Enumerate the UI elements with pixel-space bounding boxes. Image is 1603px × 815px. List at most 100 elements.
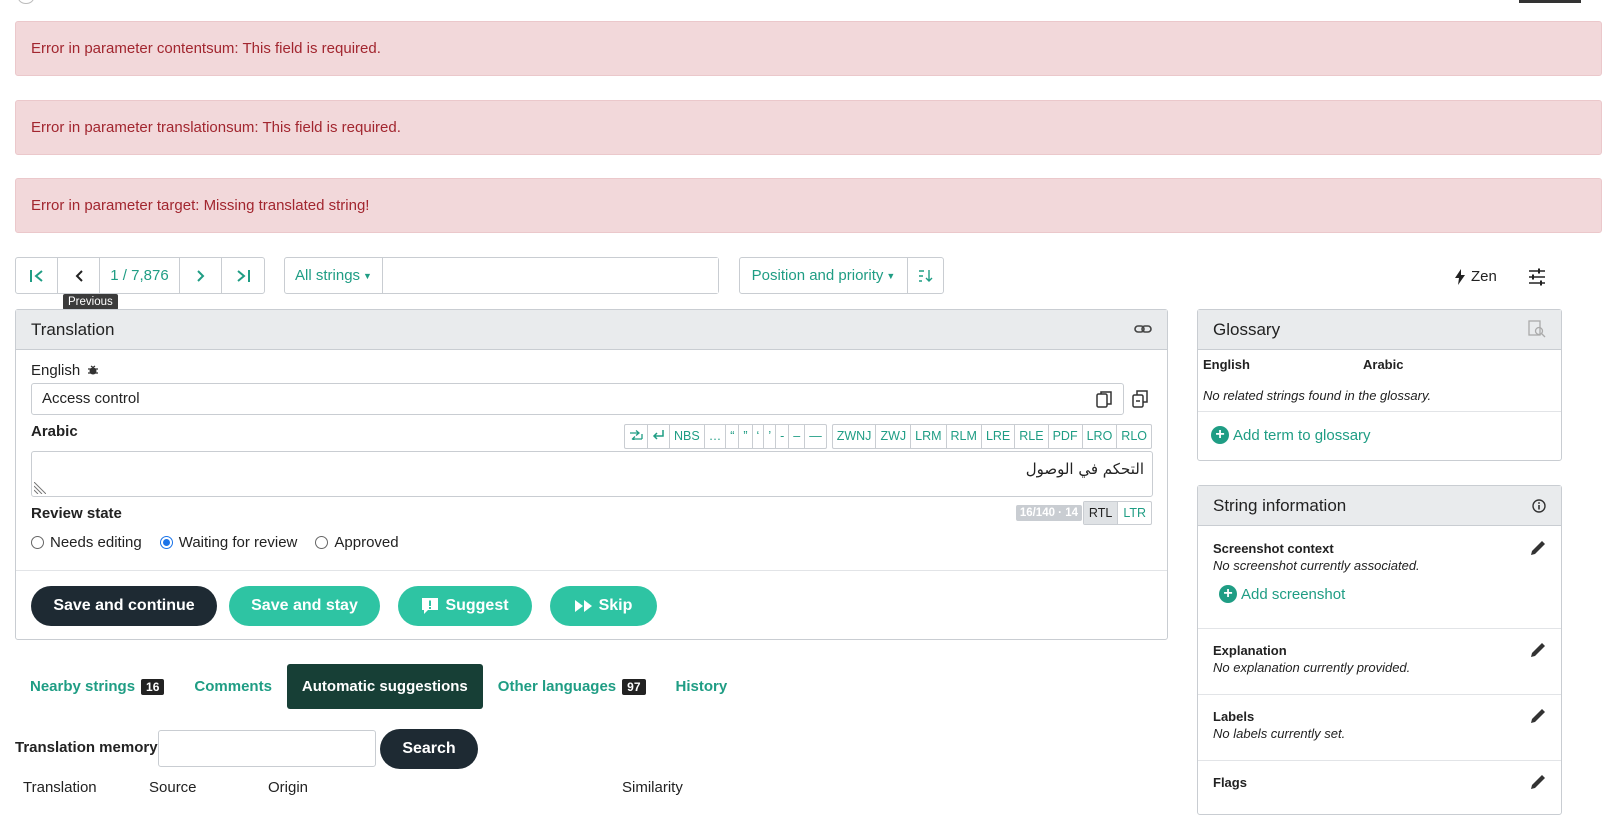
bidi-characters-group: ZWNJ ZWJ LRM RLM LRE RLE PDF LRO RLO [831,424,1152,449]
tab-other-languages[interactable]: Other languages 97 [483,664,661,709]
insert-char-button[interactable]: – [789,425,806,448]
insert-char-button[interactable]: “ [726,425,740,448]
save-and-stay-button[interactable]: Save and stay [229,586,380,626]
insert-bidi-button[interactable]: ZWJ [876,425,912,448]
review-approved[interactable]: Approved [315,534,399,551]
next-string-button[interactable] [180,258,222,293]
labels-title: Labels [1213,709,1255,724]
resize-grip-icon[interactable] [34,482,46,494]
copy-icon[interactable] [1096,390,1112,408]
add-screenshot-link[interactable]: + Add screenshot [1219,585,1345,603]
lightning-icon [1455,268,1465,285]
insert-newline-button[interactable] [648,425,670,448]
insert-bidi-button[interactable]: RLO [1117,425,1151,448]
return-icon [652,430,664,440]
filter-dropdown-label: All strings [295,267,361,284]
filter-dropdown[interactable]: All strings ▼ [285,258,383,293]
edit-pencil-icon[interactable] [1529,539,1547,557]
insert-bidi-button[interactable]: RLM [947,425,982,448]
explanation-section: Explanation No explanation currently pro… [1198,629,1561,695]
caret-down-icon: ▼ [363,270,372,281]
clone-to-translation-icon[interactable] [1132,390,1148,408]
string-information-title: String information [1213,496,1347,515]
project-icon[interactable] [18,0,34,4]
character-counter: 16/140 · 14 [1015,505,1082,521]
sort-dropdown-label: Position and priority [751,267,884,284]
skip-button[interactable]: Skip [550,586,657,626]
insert-char-button[interactable]: ’ [764,425,777,448]
sort-direction-icon [918,269,932,282]
glossary-search-icon[interactable] [1528,320,1546,338]
translation-panel-title: Translation [31,320,115,339]
review-waiting[interactable]: Waiting for review [159,534,297,551]
zen-mode-button[interactable]: Zen [1455,268,1497,285]
translation-textarea[interactable]: التحكم في الوصول [31,451,1153,497]
insert-char-button[interactable]: … [705,425,727,448]
insert-tab-button[interactable] [625,425,648,448]
tab-nearby-strings[interactable]: Nearby strings 16 [15,664,179,709]
insert-bidi-button[interactable]: LRO [1083,425,1118,448]
filter-query-input[interactable] [383,258,718,293]
source-language-name: English [31,362,81,379]
last-icon [237,269,250,282]
suggest-button[interactable]: Suggest [398,586,532,626]
insert-char-button[interactable]: — [805,425,826,448]
tab-comments[interactable]: Comments [179,664,287,709]
labels-section: Labels No labels currently set. [1198,695,1561,761]
labels-value: No labels currently set. [1213,726,1346,741]
string-information-header: String information [1198,486,1561,526]
glossary-panel-header: Glossary [1198,310,1561,350]
edit-pencil-icon[interactable] [1529,641,1547,659]
target-language-label: Arabic [31,423,78,440]
insert-bidi-button[interactable]: LRE [982,425,1016,448]
tab-automatic-suggestions[interactable]: Automatic suggestions [286,664,483,709]
tab-icon [629,430,643,442]
translation-memory-label: Translation memory [15,739,158,756]
column-header-source: Source [149,779,197,796]
sort-dropdown[interactable]: Position and priority ▼ [740,258,908,293]
link-icon[interactable] [1134,322,1152,336]
first-string-button[interactable] [16,258,58,293]
flags-title: Flags [1213,775,1247,790]
edit-pencil-icon[interactable] [1529,707,1547,725]
edit-pencil-icon[interactable] [1529,773,1547,791]
count-badge: 97 [622,678,646,695]
insert-bidi-button[interactable]: LRM [911,425,947,448]
special-characters-group: NBS … “ ” ‘ ’ - – — [623,424,827,449]
insert-char-button[interactable]: NBS [670,425,705,448]
insert-char-button[interactable]: ‘ [753,425,765,448]
memory-search-button[interactable]: Search [380,729,478,769]
radio-label: Needs editing [50,534,142,551]
previous-string-button[interactable] [58,258,100,293]
insert-char-button[interactable]: - [776,425,790,448]
insert-bidi-button[interactable]: PDF [1049,425,1083,448]
string-position: 1 / 7,876 [100,258,180,293]
glossary-empty-message: No related strings found in the glossary… [1203,388,1432,403]
source-string: Access control [31,383,1124,415]
add-term-label: Add term to glossary [1233,426,1371,444]
source-language-label: English [31,362,99,379]
sort-direction-button[interactable] [908,258,943,293]
text-direction-toggle: RTL LTR [1082,501,1152,525]
insert-bidi-button[interactable]: ZWNJ [833,425,877,448]
last-string-button[interactable] [222,258,264,293]
add-term-link[interactable]: + Add term to glossary [1211,426,1371,444]
tab-history[interactable]: History [661,664,743,709]
info-icon[interactable] [1532,499,1546,513]
direction-ltr-button[interactable]: LTR [1118,502,1151,524]
tab-label: Automatic suggestions [301,678,468,695]
account-menu-edge[interactable] [1519,0,1581,3]
caret-down-icon: ▼ [886,270,896,281]
insert-char-button[interactable]: ” [739,425,753,448]
column-header-similarity: Similarity [622,779,683,796]
insert-bidi-button[interactable]: RLE [1015,425,1049,448]
plus-circle-icon: + [1211,426,1229,444]
glossary-columns: English Arabic [1203,357,1403,372]
save-and-continue-button[interactable]: Save and continue [31,586,217,626]
flags-section: Flags [1198,761,1561,814]
radio-label: Approved [334,534,399,551]
settings-sliders-icon[interactable] [1528,268,1546,286]
direction-rtl-button[interactable]: RTL [1083,502,1119,524]
review-needs-editing[interactable]: Needs editing [31,534,142,551]
translation-memory-input[interactable] [158,730,376,767]
